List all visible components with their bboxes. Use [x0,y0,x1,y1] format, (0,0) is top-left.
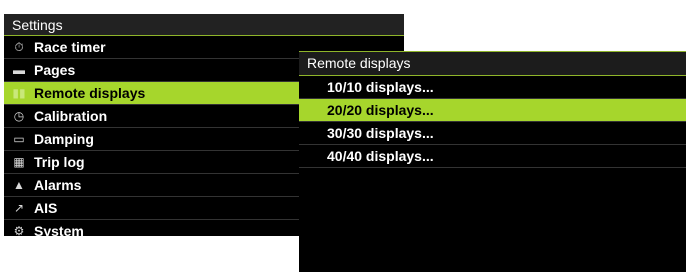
menu-item-label: Alarms [34,177,82,193]
menu-item-label: AIS [34,200,58,216]
menu-item-label: Race timer [34,39,106,55]
menu-item-label: Damping [34,131,94,147]
menu-item-20-20-displays[interactable]: 20/20 displays... [299,99,686,122]
remote-displays-icon: ▮▮ [12,86,26,100]
menu-item-label: Trip log [34,154,85,170]
menu-item-label: System [34,223,84,236]
menu-item-30-30-displays[interactable]: 30/30 displays... [299,122,686,145]
stopwatch-icon: ⏱ [14,40,24,54]
menu-item-label: Pages [34,62,76,78]
system-icon: ⚙ [13,224,25,236]
damping-icon: ▭ [13,132,25,146]
menu-item-label: Remote displays [34,85,146,101]
ais-icon: ↗ [13,201,25,215]
pages-icon: ▬ [13,63,25,77]
remote-displays-submenu: Remote displays 10/10 displays... 20/20 … [299,51,686,272]
calibration-icon: ◷ [13,109,25,123]
menu-item-label: Calibration [34,108,108,124]
menu-item-40-40-displays[interactable]: 40/40 displays... [299,145,686,168]
remote-displays-title: Remote displays [299,52,686,76]
alarm-bell-icon: ▲ [13,178,25,192]
trip-log-icon: ▦ [13,155,25,169]
settings-title: Settings [4,14,404,36]
menu-item-10-10-displays[interactable]: 10/10 displays... [299,76,686,99]
